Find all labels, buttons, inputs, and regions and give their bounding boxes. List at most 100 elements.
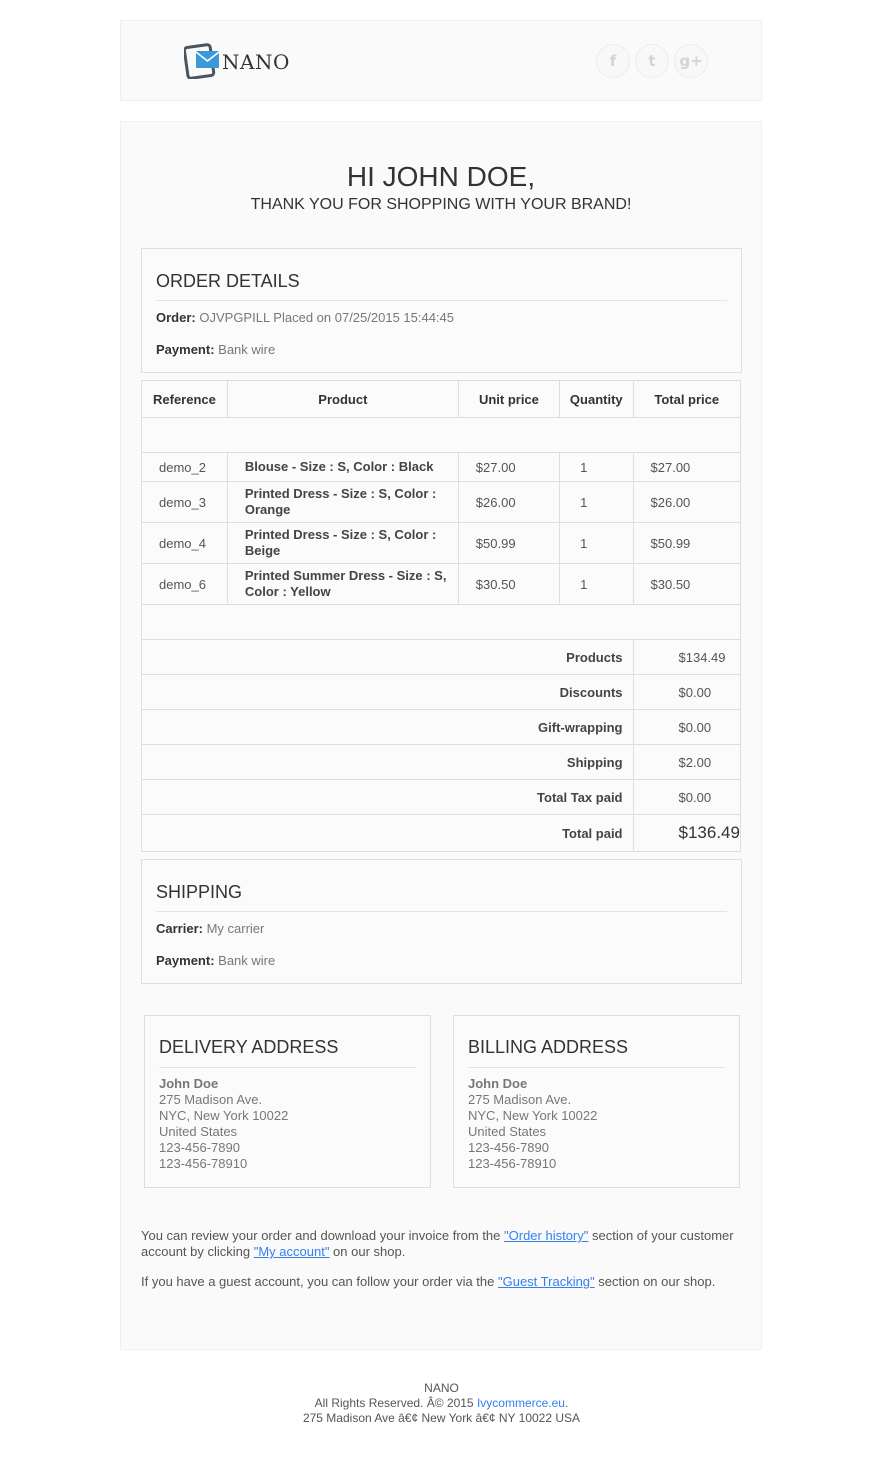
footer-rights: All Rights Reserved. Â© 2015 Ivycommerce… — [0, 1396, 883, 1410]
cell-reference: demo_4 — [141, 522, 228, 564]
table-header-row: Reference Product Unit price Quantity To… — [141, 380, 742, 418]
address-phone: 123-456-7890 — [159, 1140, 240, 1155]
cell-reference: demo_2 — [141, 452, 228, 482]
summary-label: Total paid — [141, 814, 634, 852]
column-header-unit-price: Unit price — [457, 380, 561, 418]
cell-unit-price: $30.50 — [457, 563, 561, 605]
carrier-label: Carrier: — [156, 921, 203, 936]
carrier-value: My carrier — [206, 921, 265, 936]
address-mobile: 123-456-78910 — [468, 1156, 557, 1171]
order-label: Order: — [156, 310, 196, 325]
my-account-link[interactable]: "My account" — [254, 1244, 330, 1259]
summary-value: $134.49 — [632, 639, 742, 675]
order-details-title: ORDER DETAILS — [156, 271, 300, 291]
summary-label: Total Tax paid — [141, 779, 634, 815]
order-history-note: You can review your order and download y… — [141, 1228, 741, 1260]
address-country: United States — [468, 1124, 547, 1139]
twitter-icon[interactable]: t — [635, 44, 669, 78]
order-details-box: ORDER DETAILS Order: OJVPGPILL Placed on… — [141, 248, 742, 373]
table-row: demo_4 Printed Dress - Size : S, Color :… — [141, 522, 742, 564]
rights-text: All Rights Reserved. Â© 2015 — [314, 1396, 477, 1410]
note-text: section on our shop. — [594, 1274, 716, 1289]
column-header-quantity: Quantity — [559, 380, 634, 418]
cell-reference: demo_6 — [141, 563, 228, 605]
cell-total: $50.99 — [632, 522, 742, 564]
table-row: demo_2 Blouse - Size : S, Color : Black … — [141, 452, 742, 482]
cell-product: Blouse - Size : S, Color : Black — [226, 452, 459, 482]
cell-total: $27.00 — [632, 452, 742, 482]
summary-label: Gift-wrapping — [141, 709, 634, 745]
order-items-table: Reference Product Unit price Quantity To… — [141, 380, 742, 852]
cell-quantity: 1 — [559, 452, 634, 482]
payment-value: Bank wire — [218, 953, 276, 968]
shipping-title: SHIPPING — [156, 882, 243, 902]
column-header-total-price: Total price — [632, 380, 742, 418]
cell-product: Printed Dress - Size : S, Color : Beige — [226, 522, 459, 564]
table-row: demo_6 Printed Summer Dress - Size : S, … — [141, 563, 742, 605]
delivery-address-title: DELIVERY ADDRESS — [159, 1037, 339, 1057]
billing-address-box: BILLING ADDRESS John Doe 275 Madison Ave… — [453, 1015, 740, 1188]
payment-label: Payment: — [156, 953, 215, 968]
summary-row-tax: Total Tax paid $0.00 — [141, 779, 742, 815]
email-header: NANO f t g+ — [120, 20, 762, 101]
payment-label: Payment: — [156, 342, 215, 357]
summary-value: $0.00 — [632, 674, 742, 710]
summary-row-discounts: Discounts $0.00 — [141, 674, 742, 710]
table-row: demo_3 Printed Dress - Size : S, Color :… — [141, 481, 742, 523]
cell-reference: demo_3 — [141, 481, 228, 523]
cell-quantity: 1 — [559, 481, 634, 523]
summary-row-gift-wrapping: Gift-wrapping $0.00 — [141, 709, 742, 745]
address-city: NYC, New York 10022 — [468, 1108, 598, 1123]
spacer-row — [141, 417, 741, 453]
cell-product: Printed Summer Dress - Size : S, Color :… — [226, 563, 459, 605]
summary-row-total-paid: Total paid $136.49 — [141, 814, 742, 852]
total-paid-value: $136.49 — [632, 814, 742, 852]
column-header-product: Product — [226, 380, 459, 418]
summary-value: $2.00 — [632, 744, 742, 780]
payment-value: Bank wire — [218, 342, 276, 357]
ivycommerce-link[interactable]: Ivycommerce.eu — [477, 1396, 565, 1410]
facebook-icon[interactable]: f — [596, 44, 630, 78]
summary-label: Products — [141, 639, 634, 675]
delivery-address-box: DELIVERY ADDRESS John Doe 275 Madison Av… — [144, 1015, 431, 1188]
divider — [468, 1067, 725, 1068]
address-country: United States — [159, 1124, 238, 1139]
divider — [156, 911, 727, 912]
guest-tracking-link[interactable]: "Guest Tracking" — [498, 1274, 595, 1289]
guest-tracking-note: If you have a guest account, you can fol… — [141, 1274, 741, 1290]
summary-value: $0.00 — [632, 779, 742, 815]
cell-product: Printed Dress - Size : S, Color : Orange — [226, 481, 459, 523]
summary-row-shipping: Shipping $2.00 — [141, 744, 742, 780]
spacer-row — [141, 604, 741, 640]
address-phone: 123-456-7890 — [468, 1140, 549, 1155]
greeting-subtitle: THANK YOU FOR SHOPPING WITH YOUR BRAND! — [250, 196, 632, 213]
divider — [156, 300, 727, 301]
address-name: John Doe — [468, 1076, 528, 1091]
note-text: on our shop. — [329, 1244, 406, 1259]
address-mobile: 123-456-78910 — [159, 1156, 248, 1171]
envelope-logo-icon — [184, 43, 220, 79]
delivery-address-lines: John Doe 275 Madison Ave. NYC, New York … — [159, 1076, 288, 1172]
note-text: You can review your order and download y… — [141, 1228, 505, 1243]
brand-name: NANO — [222, 50, 290, 74]
summary-label: Discounts — [141, 674, 634, 710]
google-plus-icon[interactable]: g+ — [674, 44, 708, 78]
address-city: NYC, New York 10022 — [159, 1108, 289, 1123]
order-value: OJVPGPILL Placed on 07/25/2015 15:44:45 — [199, 310, 455, 325]
carrier-info: Carrier: My carrier — [156, 921, 264, 936]
shipping-payment-info: Payment: Bank wire — [156, 953, 275, 968]
order-info: Order: OJVPGPILL Placed on 07/25/2015 15… — [156, 310, 454, 325]
address-name: John Doe — [159, 1076, 219, 1091]
cell-quantity: 1 — [559, 563, 634, 605]
column-header-reference: Reference — [141, 380, 228, 418]
order-history-link[interactable]: "Order history" — [504, 1228, 588, 1243]
cell-unit-price: $27.00 — [457, 452, 561, 482]
billing-address-lines: John Doe 275 Madison Ave. NYC, New York … — [468, 1076, 597, 1172]
summary-row-products: Products $134.49 — [141, 639, 742, 675]
summary-value: $0.00 — [632, 709, 742, 745]
billing-address-title: BILLING ADDRESS — [468, 1037, 629, 1057]
email-body: HI JOHN DOE, THANK YOU FOR SHOPPING WITH… — [120, 121, 762, 1350]
footer-brand: NANO — [424, 1381, 459, 1395]
greeting-title: HI JOHN DOE, — [346, 161, 536, 192]
note-text: If you have a guest account, you can fol… — [141, 1274, 498, 1289]
